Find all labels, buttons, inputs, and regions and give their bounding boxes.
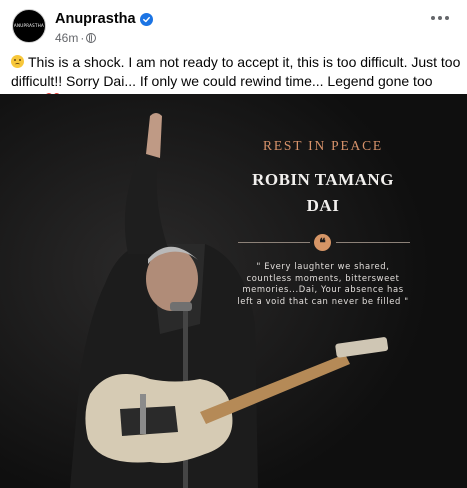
memorial-quote: " Every laughter we shared, countless mo… bbox=[237, 261, 409, 306]
author-row: Anuprastha bbox=[55, 11, 153, 27]
divider-right bbox=[336, 242, 410, 243]
more-options-icon[interactable] bbox=[431, 16, 449, 20]
memorial-name-line1: ROBIN TAMANG bbox=[252, 170, 394, 189]
avatar-logo-text: ANUPRASTHA bbox=[13, 23, 45, 28]
divider-left bbox=[238, 242, 310, 243]
globe-icon[interactable] bbox=[86, 33, 97, 43]
quote-icon: ❝ bbox=[314, 234, 331, 251]
post-meta: 46m · bbox=[55, 31, 97, 45]
page-avatar[interactable]: ANUPRASTHA bbox=[12, 9, 46, 43]
post-header: ANUPRASTHA Anuprastha 46m · bbox=[0, 0, 467, 50]
quote-divider: ❝ bbox=[234, 234, 412, 251]
author-name[interactable]: Anuprastha bbox=[55, 11, 136, 27]
rip-heading: REST IN PEACE bbox=[263, 138, 383, 153]
post-image[interactable]: REST IN PEACE ROBIN TAMANG DAI ❝ " Every… bbox=[0, 94, 467, 488]
sad-emoji-icon bbox=[11, 55, 24, 68]
verified-icon bbox=[139, 12, 153, 26]
post-time[interactable]: 46m bbox=[55, 31, 78, 45]
meta-separator: · bbox=[80, 31, 85, 45]
memorial-name-line2: DAI bbox=[306, 196, 340, 215]
memorial-card: REST IN PEACE ROBIN TAMANG DAI ❝ " Every… bbox=[234, 128, 412, 328]
